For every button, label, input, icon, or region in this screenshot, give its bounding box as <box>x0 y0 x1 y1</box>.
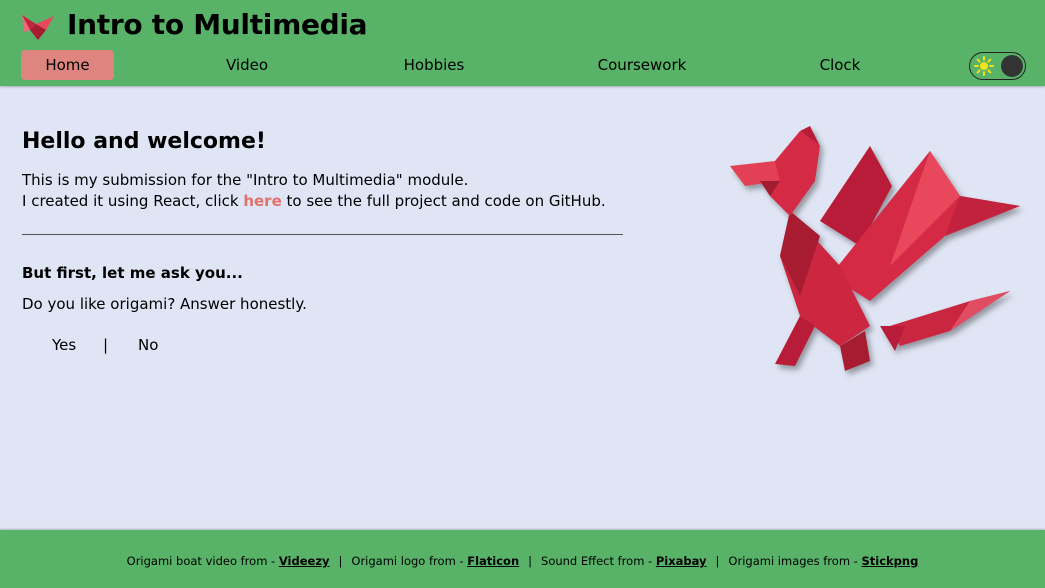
main-content: Hello and welcome! This is my submission… <box>0 86 1045 530</box>
credit-images-text: Origami images from - <box>728 554 862 568</box>
origami-dragon-image <box>730 126 1020 371</box>
answer-yes-button[interactable]: Yes <box>52 336 76 354</box>
answer-separator: | <box>103 336 109 354</box>
footer-separator: | <box>715 554 720 568</box>
credit-video-text: Origami boat video from - <box>126 554 279 568</box>
nav-tab-hobbies[interactable]: Hobbies <box>389 50 479 80</box>
origami-question: Do you like origami? Answer honestly. <box>22 295 307 313</box>
nav-tab-video[interactable]: Video <box>206 50 288 80</box>
credit-logo-text: Origami logo from - <box>351 554 468 568</box>
answer-no-button[interactable]: No <box>138 336 158 354</box>
pixabay-link[interactable]: Pixabay <box>656 554 707 568</box>
footer-separator: | <box>338 554 343 568</box>
intro-line-1: This is my submission for the "Intro to … <box>22 171 469 189</box>
intro-line-2: I created it using React, click here to … <box>22 192 606 210</box>
credit-sound-text: Sound Effect from - <box>541 554 656 568</box>
stickpng-link[interactable]: Stickpng <box>862 554 919 568</box>
footer-separator: | <box>528 554 533 568</box>
ask-heading: But first, let me ask you... <box>22 264 243 282</box>
welcome-heading: Hello and welcome! <box>22 129 266 154</box>
flaticon-link[interactable]: Flaticon <box>467 554 519 568</box>
nav-tab-coursework[interactable]: Coursework <box>590 50 694 80</box>
origami-bird-logo-icon <box>22 15 54 40</box>
intro-line-2-prefix: I created it using React, click <box>22 192 244 210</box>
footer-credits: Origami boat video from - Videezy | Origam… <box>0 554 1045 568</box>
github-link[interactable]: here <box>243 192 281 210</box>
header: Intro to Multimedia Home Video Hobbies C… <box>0 0 1045 86</box>
nav-tab-clock[interactable]: Clock <box>805 50 875 80</box>
site-title: Intro to Multimedia <box>67 8 368 41</box>
footer: Origami boat video from - Videezy | Origam… <box>0 530 1045 588</box>
nav-tab-home[interactable]: Home <box>21 50 114 80</box>
toggle-knob[interactable] <box>1001 55 1023 77</box>
sun-icon <box>974 56 994 76</box>
intro-line-2-suffix: to see the full project and code on GitH… <box>281 192 606 210</box>
videezy-link[interactable]: Videezy <box>279 554 330 568</box>
divider <box>22 234 623 235</box>
theme-toggle[interactable] <box>969 52 1026 80</box>
